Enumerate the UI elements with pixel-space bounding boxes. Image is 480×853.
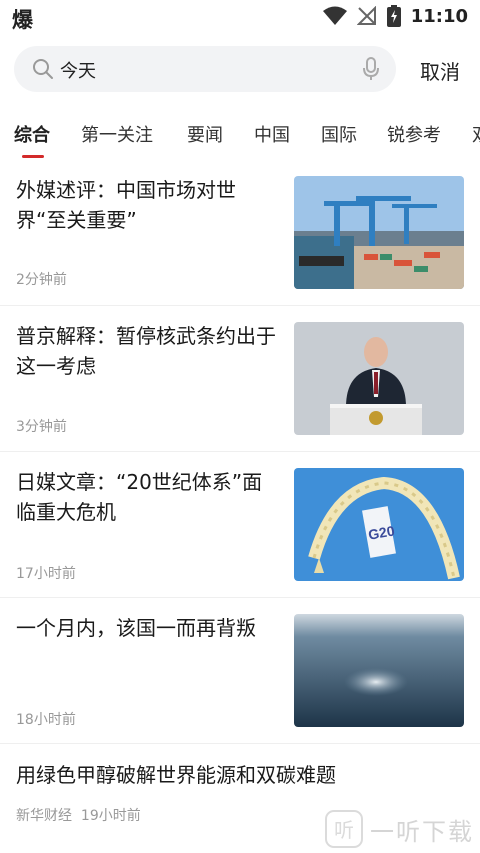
tab-guoji[interactable]: 国际 [321, 121, 357, 147]
news-title: 普京解释：暂停核武条约出于这一考虑 [16, 324, 276, 378]
news-time: 17小时前 [16, 566, 76, 582]
tab-diyi-guanzhu[interactable]: 第一关注 [81, 121, 153, 147]
news-title: 用绿色甲醇破解世界能源和双碳难题 [16, 763, 336, 787]
battery-charging-icon [386, 5, 401, 27]
clock: 11:10 [410, 5, 468, 27]
watermark: 听 一听下载 [324, 809, 474, 849]
search-row: 今天 取消 [0, 44, 480, 96]
search-query: 今天 [60, 61, 96, 82]
signal-off-icon [356, 6, 376, 25]
news-source: 新华财经 [16, 808, 72, 824]
app-notification-icon: 爆 [12, 8, 33, 32]
news-title: 日媒文章：“20世纪体系”面临重大危机 [16, 470, 263, 524]
news-meta: 新华财经 19小时前 [16, 805, 141, 825]
news-item[interactable]: 外媒述评：中国市场对世界“至关重要” 2分钟前 [0, 165, 480, 306]
watermark-logo-icon: 听 [325, 810, 363, 848]
category-tabs: 综合 第一关注 要闻 中国 国际 锐参考 双 [0, 115, 480, 165]
news-time: 2分钟前 [16, 272, 67, 288]
news-item[interactable]: 普京解释：暂停核武条约出于这一考虑 3分钟前 [0, 306, 480, 452]
news-time: 3分钟前 [16, 419, 67, 435]
tab-rui-cankao[interactable]: 锐参考 [387, 121, 441, 147]
news-title: 外媒述评：中国市场对世界“至关重要” [16, 178, 236, 232]
news-item[interactable]: 日媒文章：“20世纪体系”面临重大危机 17小时前 G20 [0, 452, 480, 598]
tab-zhongguo[interactable]: 中国 [254, 121, 290, 147]
search-input[interactable]: 今天 [14, 46, 396, 92]
news-thumbnail [294, 322, 464, 435]
search-icon [33, 59, 53, 79]
news-thumbnail [294, 614, 464, 727]
microphone-icon[interactable] [362, 57, 380, 81]
tab-zonghe[interactable]: 综合 [14, 121, 50, 147]
news-thumbnail [294, 176, 464, 289]
port-cranes-image [294, 176, 464, 289]
active-tab-indicator [22, 155, 44, 158]
status-bar: 爆 11:10 [0, 0, 480, 34]
news-title: 一个月内，该国一而再背叛 [16, 616, 256, 640]
news-time: 18小时前 [16, 712, 76, 728]
cancel-button[interactable]: 取消 [420, 56, 460, 85]
tab-yaowen[interactable]: 要闻 [187, 121, 223, 147]
g20-decoration-image: G20 [294, 468, 464, 581]
news-item[interactable]: 一个月内，该国一而再背叛 18小时前 [0, 598, 480, 744]
watermark-text: 一听下载 [370, 817, 474, 846]
news-time: 19小时前 [80, 808, 141, 824]
tab-partial[interactable]: 双 [472, 121, 480, 147]
status-indicators: 11:10 [322, 5, 468, 27]
news-thumbnail: G20 [294, 468, 464, 581]
speaker-podium-image [294, 322, 464, 435]
wifi-icon [322, 6, 347, 25]
svg-text:听: 听 [334, 818, 354, 842]
sea-aerial-image [294, 614, 464, 727]
